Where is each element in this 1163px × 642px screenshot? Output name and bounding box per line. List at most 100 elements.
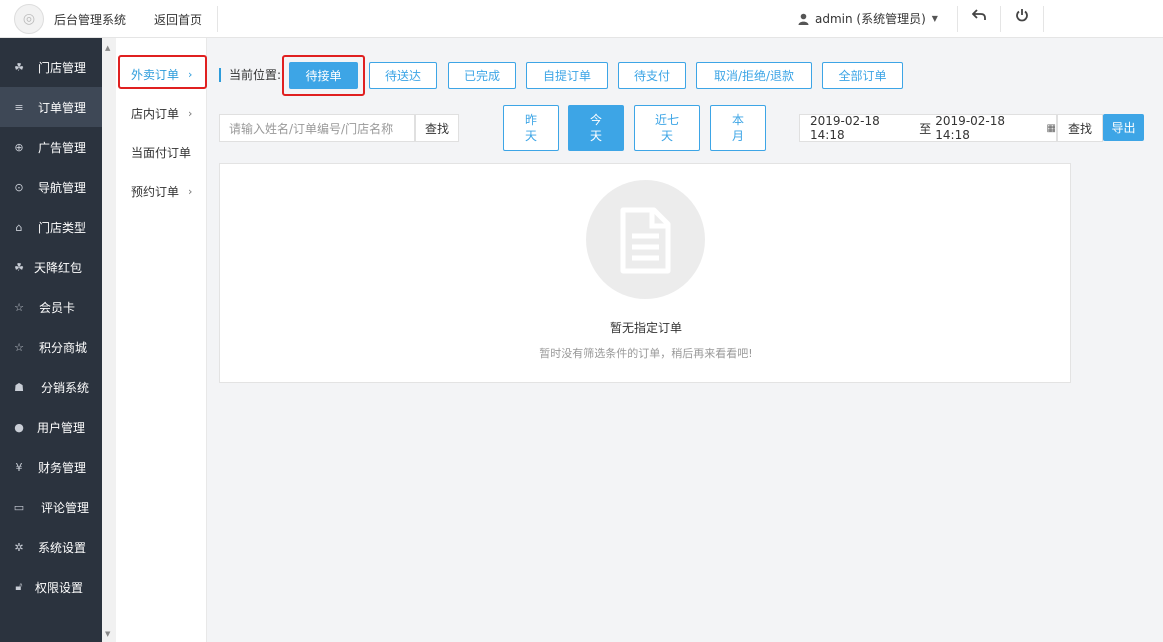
sidebar-item-finance[interactable]: ¥ 财务管理 <box>0 447 102 487</box>
tab-all-orders[interactable]: 全部订单 <box>822 62 903 89</box>
tab-pending-delivery[interactable]: 待送达 <box>369 62 437 89</box>
sidebar-item-label: 财务管理 <box>38 460 87 475</box>
sidebar-item-label: 分销系统 <box>41 380 90 395</box>
date-range-separator: 至 <box>919 121 932 136</box>
date-filter-last-7-days[interactable]: 近七天 <box>634 105 700 151</box>
sidebar-item-label: 天降红包 <box>34 260 83 275</box>
date-range-input[interactable]: 2019-02-18 14:18 至 2019-02-18 14:18 ▦ <box>799 114 1057 142</box>
sidebar-item-comments[interactable]: ▭ 评论管理 <box>0 487 102 527</box>
tab-cancel-refund[interactable]: 取消/拒绝/退款 <box>696 62 812 89</box>
sub-nav: 外卖订单 › 店内订单 › 当面付订单 预约订单 › <box>116 38 207 642</box>
lifebuoy-icon: ⊕ <box>14 140 24 154</box>
sidebar-scrollbar[interactable]: ▲ ▼ <box>102 38 116 642</box>
date-filter-yesterday[interactable]: 昨天 <box>503 105 559 151</box>
sidebar-item-member-card[interactable]: ☆ 会员卡 <box>0 287 102 327</box>
star-icon: ☆ <box>14 300 24 314</box>
date-filter-label: 昨 <box>524 113 537 127</box>
sidebar-item-user-management[interactable]: ● 用户管理 <box>0 407 102 447</box>
divider <box>957 6 958 32</box>
back-icon[interactable] <box>971 8 986 26</box>
sidebar-item-store-management[interactable]: ☘ 门店管理 <box>0 47 102 87</box>
search-input[interactable]: 请输入姓名/订单编号/门店名称 <box>219 114 415 142</box>
bank-icon: ⌂ <box>15 220 23 234</box>
subnav-item-face-pay-orders[interactable]: 当面付订单 <box>116 132 207 172</box>
subnav-item-label: 店内订单 <box>131 106 180 121</box>
date-filter-label: 天 <box>660 129 673 143</box>
date-filter-this-month[interactable]: 本月 <box>710 105 766 151</box>
chevron-down-icon: ▼ <box>931 14 938 23</box>
breadcrumb: 当前位置: <box>219 68 281 82</box>
star-icon: ☆ <box>14 340 24 354</box>
document-icon <box>586 180 705 299</box>
sidebar-item-label: 权限设置 <box>35 580 84 595</box>
export-button[interactable]: 导出 <box>1103 114 1144 141</box>
sidebar-item-nav-management[interactable]: ⊙ 导航管理 <box>0 167 102 207</box>
sidebar-item-label: 积分商城 <box>39 340 88 355</box>
sidebar-item-order-management[interactable]: ≡ 订单管理 <box>0 87 102 127</box>
divider <box>1043 6 1044 32</box>
top-bar: ◎ 后台管理系统 返回首页 admin (系统管理员) ▼ <box>0 0 1163 38</box>
user-name: admin (系统管理员) <box>815 12 926 26</box>
user-icon <box>798 13 809 25</box>
subnav-item-label: 预约订单 <box>131 184 180 199</box>
date-filter-label: 天 <box>589 129 602 143</box>
sidebar-item-ad-management[interactable]: ⊕ 广告管理 <box>0 127 102 167</box>
scroll-down-icon[interactable]: ▼ <box>105 630 110 638</box>
date-filter-label: 今 <box>589 113 602 127</box>
tab-completed[interactable]: 已完成 <box>448 62 516 89</box>
sidebar: ☘ 门店管理 ≡ 订单管理 ⊕ 广告管理 ⊙ 导航管理 ⌂ 门店类型 ☘ 天降红包 ☆ 会员卡… <box>0 38 102 642</box>
list-icon: ≡ <box>14 100 24 114</box>
date-filter-label: 本 <box>731 113 744 127</box>
logo: ◎ <box>14 4 44 34</box>
sidebar-item-label: 门店类型 <box>38 220 87 235</box>
calendar-icon: ▦ <box>1046 122 1056 134</box>
sidebar-item-label: 用户管理 <box>37 420 86 435</box>
subnav-item-reservation-orders[interactable]: 预约订单 › <box>116 171 207 211</box>
subnav-item-dine-in-orders[interactable]: 店内订单 › <box>116 93 207 133</box>
date-filter-label: 近七 <box>654 113 679 127</box>
scroll-up-icon[interactable]: ▲ <box>105 44 110 52</box>
power-icon[interactable] <box>1015 8 1029 26</box>
divider <box>217 6 218 32</box>
home-link[interactable]: 返回首页 <box>154 11 202 28</box>
tab-self-pickup[interactable]: 自提订单 <box>526 62 608 89</box>
highlight-box <box>282 55 365 96</box>
empty-description: 暂时没有筛选条件的订单，稍后再来看看吧! <box>539 347 753 360</box>
money-icon: ▭ <box>13 500 25 514</box>
find-button[interactable]: 查找 <box>1057 114 1103 142</box>
chevron-right-icon: › <box>188 184 193 198</box>
user-icon: ● <box>14 420 24 434</box>
date-filter-label: 天 <box>524 129 537 143</box>
cubes-icon: ☘ <box>14 260 24 274</box>
subnav-item-label: 当面付订单 <box>131 145 192 160</box>
gear-icon: ✲ <box>14 540 24 554</box>
lock-icon: 🔓︎ <box>15 580 23 593</box>
sidebar-item-distribution[interactable]: ☗ 分销系统 <box>0 367 102 407</box>
users-icon: ☗ <box>14 380 24 394</box>
date-range-start: 2019-02-18 14:18 <box>810 114 880 142</box>
sidebar-item-system-settings[interactable]: ✲ 系统设置 <box>0 527 102 567</box>
divider <box>1000 6 1001 32</box>
highlight-box <box>118 55 207 89</box>
date-filter-label: 月 <box>731 129 744 143</box>
sidebar-item-label: 广告管理 <box>38 140 87 155</box>
store-icon: ☘ <box>14 60 24 74</box>
sidebar-item-points-mall[interactable]: ☆ 积分商城 <box>0 327 102 367</box>
chevron-right-icon: › <box>188 106 193 120</box>
yen-icon: ¥ <box>15 460 23 474</box>
sidebar-item-label: 评论管理 <box>41 500 90 515</box>
user-menu[interactable]: admin (系统管理员) ▼ <box>798 10 938 27</box>
search-button[interactable]: 查找 <box>415 114 459 142</box>
sidebar-item-label: 订单管理 <box>38 100 87 115</box>
sidebar-item-permissions[interactable]: 🔓︎ 权限设置 <box>0 567 102 607</box>
date-range-end: 2019-02-18 14:18 <box>935 114 1006 142</box>
empty-title: 暂无指定订单 <box>609 321 682 335</box>
sidebar-item-red-packet[interactable]: ☘ 天降红包 <box>0 247 102 287</box>
date-filter-today[interactable]: 今天 <box>568 105 624 151</box>
sidebar-item-store-type[interactable]: ⌂ 门店类型 <box>0 207 102 247</box>
compass-icon: ⊙ <box>14 180 24 194</box>
sidebar-item-label: 系统设置 <box>38 540 87 555</box>
sidebar-item-label: 导航管理 <box>38 180 87 195</box>
tab-pending-payment[interactable]: 待支付 <box>618 62 686 89</box>
app-title: 后台管理系统 <box>54 13 127 27</box>
